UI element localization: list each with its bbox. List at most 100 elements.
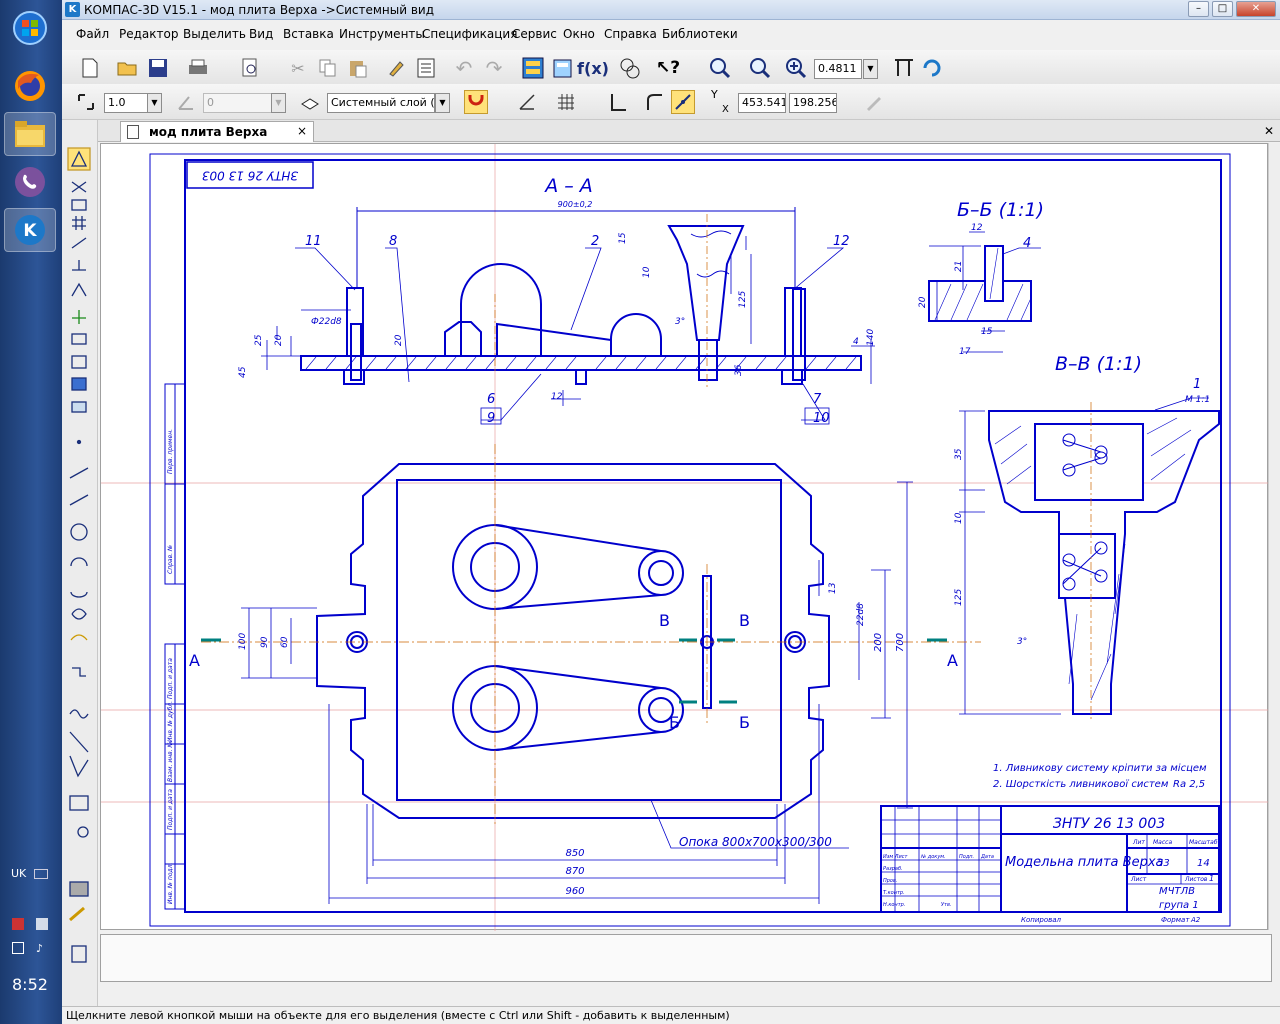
current-layer-field[interactable]: Системный слой (0)	[327, 93, 435, 113]
menu-tools[interactable]: Инструменты	[339, 27, 425, 41]
menu-specification[interactable]: Спецификация	[422, 27, 517, 41]
fillet-tool-icon[interactable]	[66, 756, 94, 782]
bezier-tool-icon[interactable]	[66, 700, 94, 726]
properties-icon[interactable]	[414, 56, 438, 80]
ellipse-tool-icon[interactable]	[66, 578, 94, 604]
menu-window[interactable]: Окно	[563, 27, 595, 41]
insert-fragment-icon[interactable]	[66, 400, 94, 426]
polyline-tool-icon[interactable]	[66, 658, 94, 684]
zoom-scale-dropdown[interactable]: ▼	[863, 59, 878, 79]
menu-help[interactable]: Справка	[604, 27, 657, 41]
auxiliary-line-icon[interactable]	[66, 460, 94, 486]
cursor-step-field[interactable]: 1.0	[104, 93, 150, 113]
variables-icon[interactable]	[551, 56, 575, 80]
specification-tool-icon[interactable]	[66, 354, 94, 380]
designations-tool-icon[interactable]	[66, 200, 94, 226]
network-warning-icon[interactable]	[12, 918, 24, 930]
undo-icon[interactable]: ↶	[452, 56, 476, 80]
file-explorer-icon[interactable]	[4, 112, 56, 156]
angle-step-icon[interactable]	[174, 90, 198, 114]
zoom-scale-field[interactable]: 0.4811	[814, 59, 862, 79]
zoom-in-icon[interactable]	[784, 56, 808, 80]
title-bar[interactable]: K КОМПАС-3D V15.1 - мод плита Верха ->Си…	[62, 0, 1280, 20]
menu-libraries[interactable]: Библиотеки	[662, 27, 738, 41]
local-cs-icon[interactable]	[515, 90, 539, 114]
point-tool-icon[interactable]	[66, 430, 94, 456]
dimensions-tool-icon[interactable]	[66, 174, 94, 200]
rectangle-tool-icon[interactable]	[66, 790, 94, 816]
menu-insert[interactable]: Вставка	[283, 27, 334, 41]
tab-document[interactable]: мод плита Верха ×	[120, 121, 314, 142]
close-tab-icon[interactable]: ×	[297, 124, 307, 138]
parametric-mode-icon[interactable]	[671, 90, 695, 114]
zoom-previous-icon[interactable]	[748, 56, 772, 80]
coordinate-y-field[interactable]: 198.256	[789, 93, 837, 113]
vertical-scrollbar[interactable]	[1268, 143, 1280, 930]
manager-icon[interactable]	[521, 56, 545, 80]
viber-icon[interactable]	[4, 160, 56, 204]
open-folder-icon[interactable]	[116, 56, 140, 80]
parametrization-tool-icon[interactable]	[66, 248, 94, 274]
contour-tool-icon[interactable]	[66, 820, 94, 846]
windows-flag-icon[interactable]	[36, 918, 48, 930]
close-window-button[interactable]: ✕	[1236, 1, 1276, 17]
edit-tool-icon[interactable]	[66, 224, 94, 250]
current-layer-dropdown[interactable]: ▼	[435, 93, 450, 113]
properties-panel[interactable]	[100, 934, 1272, 982]
hatch-tool-icon[interactable]	[66, 876, 94, 902]
nurbs-tool-icon[interactable]	[66, 630, 94, 656]
language-indicator[interactable]: UK	[11, 867, 26, 880]
copy-icon[interactable]	[316, 56, 340, 80]
refresh-icon[interactable]	[920, 56, 944, 80]
cut-icon[interactable]: ✂	[286, 56, 310, 80]
kompas-icon[interactable]: K	[4, 208, 56, 252]
measure-tool-icon[interactable]	[66, 280, 94, 306]
print-icon[interactable]	[186, 56, 210, 80]
format-painter-icon[interactable]	[384, 56, 408, 80]
keyboard-icon[interactable]	[34, 869, 48, 879]
zoom-window-icon[interactable]	[708, 56, 732, 80]
redo-icon[interactable]: ↷	[482, 56, 506, 80]
maximize-button[interactable]: □	[1212, 1, 1233, 17]
angle-step-field[interactable]: 0	[203, 93, 275, 113]
arc-tool-icon[interactable]	[66, 552, 94, 578]
menu-edit[interactable]: Редактор	[119, 27, 178, 41]
chamfer-tool-icon[interactable]	[66, 728, 94, 754]
sketch-edit-icon[interactable]	[862, 90, 886, 114]
spline-tool-icon[interactable]	[66, 604, 94, 630]
step-cursor-icon[interactable]	[74, 90, 98, 114]
cursor-step-dropdown[interactable]: ▼	[147, 93, 162, 113]
associative-views-icon[interactable]	[66, 330, 94, 356]
paste-icon[interactable]	[346, 56, 370, 80]
segment-tool-icon[interactable]	[66, 488, 94, 514]
fill-tool-icon[interactable]	[66, 904, 94, 930]
menu-select[interactable]: Выделить	[183, 27, 246, 41]
new-document-icon[interactable]	[78, 56, 102, 80]
minimize-button[interactable]: –	[1188, 1, 1209, 17]
windows-start-icon[interactable]	[4, 6, 56, 50]
context-help-icon[interactable]: ↖?	[656, 56, 680, 80]
app-icon[interactable]: K	[65, 2, 80, 17]
pan-icon[interactable]	[892, 56, 916, 80]
firefox-icon[interactable]	[4, 64, 56, 108]
drawing-canvas[interactable]: Перв. примен. Справ. № Подп. и дата Инв.…	[100, 143, 1269, 931]
close-all-tabs-icon[interactable]: ✕	[1264, 124, 1274, 138]
menu-view[interactable]: Вид	[249, 27, 273, 41]
geometry-tool-icon[interactable]	[66, 146, 94, 172]
function-icon[interactable]: f(x)	[577, 56, 609, 80]
layer-icon[interactable]	[298, 90, 322, 114]
angle-step-dropdown[interactable]: ▼	[271, 93, 286, 113]
menu-file[interactable]: Файл	[76, 27, 109, 41]
grid-icon[interactable]	[554, 90, 578, 114]
clock[interactable]: 8:52	[12, 975, 48, 994]
print-preview-icon[interactable]	[238, 56, 262, 80]
equidistant-tool-icon[interactable]	[66, 942, 94, 968]
snap-magnet-icon[interactable]	[464, 90, 488, 114]
menu-service[interactable]: Сервис	[512, 27, 557, 41]
numbering-icon[interactable]	[618, 56, 642, 80]
coordinate-x-field[interactable]: 453.541	[738, 93, 786, 113]
orthogonal-icon[interactable]	[606, 90, 630, 114]
monitor-icon[interactable]	[12, 942, 24, 954]
volume-icon[interactable]: ♪	[36, 942, 48, 955]
circle-tool-icon[interactable]	[66, 518, 94, 544]
